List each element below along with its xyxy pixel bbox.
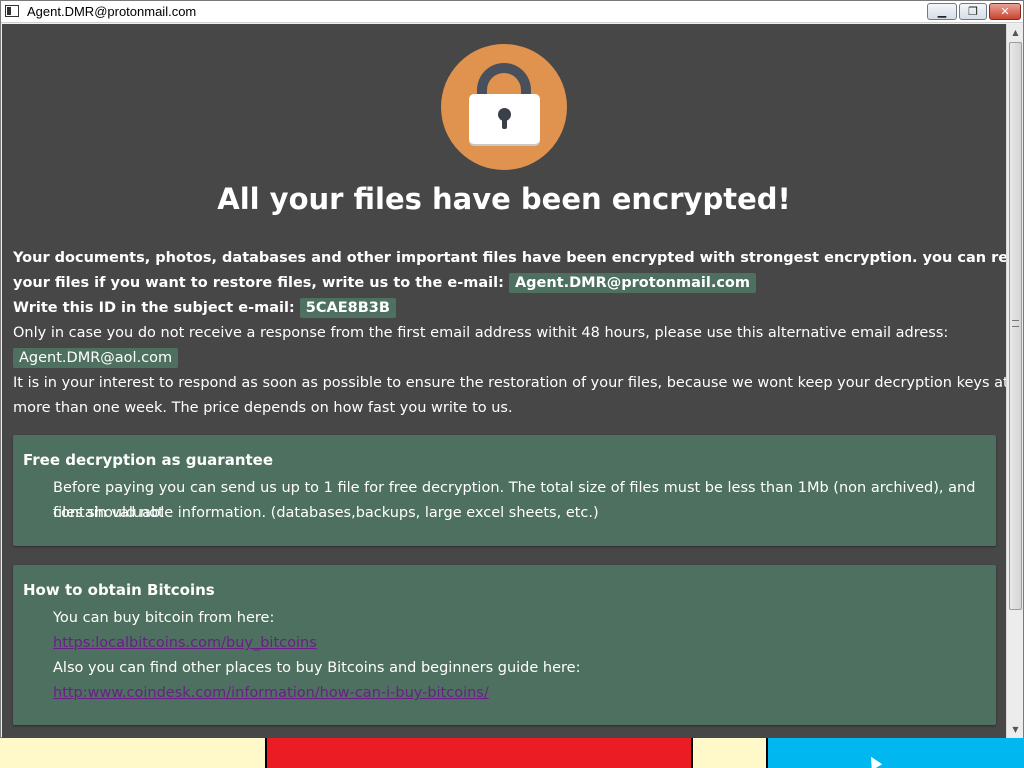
localbitcoins-link[interactable]: https:localbitcoins.com/buy_bitcoins (53, 635, 317, 651)
bitcoin-link-2-row: http:www.coindesk.com/information/how-ca… (53, 681, 993, 706)
coindesk-link[interactable]: http:www.coindesk.com/information/how-ca… (53, 685, 489, 701)
window-title: Agent.DMR@protonmail.com (27, 4, 197, 19)
bitcoin-panel: How to obtain Bitcoins You can buy bitco… (13, 565, 996, 725)
keyhole-stem (502, 116, 507, 129)
wallpaper-yellow-region-2 (693, 738, 768, 768)
maximize-button[interactable]: ❐ (959, 3, 987, 20)
scroll-grip-icon (1012, 320, 1019, 327)
bitcoin-link-1-row: https:localbitcoins.com/buy_bitcoins (53, 631, 993, 656)
guarantee-title: Free decryption as guarantee (23, 451, 274, 469)
bitcoin-line-2: Also you can find other places to buy Bi… (53, 660, 581, 676)
intro-line-1: Your documents, photos, databases and ot… (13, 250, 1006, 266)
interest-line-2: more than one week. The price depends on… (13, 400, 513, 416)
close-icon: ✕ (1000, 5, 1010, 18)
intro-line-2: your files if you want to restore files,… (13, 271, 993, 296)
minimize-button[interactable]: ▁ (927, 3, 957, 20)
title-bar[interactable]: Agent.DMR@protonmail.com ▁ ❐ ✕ (1, 1, 1023, 23)
primary-email[interactable]: Agent.DMR@protonmail.com (508, 273, 756, 293)
wallpaper-yellow-region (0, 738, 265, 768)
guarantee-line-2: contain valuable information. (databases… (53, 505, 599, 521)
interest-line-1: It is in your interest to respond as soo… (13, 375, 1006, 391)
desktop-wallpaper (0, 738, 1024, 768)
page-title: All your files have been encrypted! (217, 182, 791, 216)
padlock-body (469, 94, 540, 144)
intro-line-2-text: your files if you want to restore files,… (13, 275, 504, 291)
id-label: Write this ID in the subject e-mail: (13, 300, 295, 316)
wallpaper-red-region (265, 738, 693, 768)
minimize-icon: ▁ (937, 5, 947, 18)
close-button[interactable]: ✕ (989, 3, 1021, 20)
alt-email-notice: Only in case you do not receive a respon… (13, 325, 949, 341)
restore-icon: ❐ (968, 5, 978, 18)
ransom-window: Agent.DMR@protonmail.com ▁ ❐ ✕ All your … (0, 0, 1024, 738)
bitcoin-title: How to obtain Bitcoins (23, 581, 215, 599)
vertical-scrollbar[interactable]: ▲ ▼ (1006, 24, 1023, 738)
scroll-down-arrow-icon[interactable]: ▼ (1007, 721, 1024, 738)
alt-email-line: Agent.DMR@aol.com (13, 346, 993, 371)
mouse-cursor-icon (865, 753, 883, 768)
app-window-icon (5, 5, 19, 17)
alternative-email[interactable]: Agent.DMR@aol.com (13, 348, 179, 368)
scroll-up-arrow-icon[interactable]: ▲ (1007, 24, 1024, 41)
bitcoin-line-1: You can buy bitcoin from here: (53, 610, 275, 626)
victim-id[interactable]: 5CAE8B3B (299, 298, 396, 318)
padlock-icon (441, 44, 567, 170)
guarantee-panel: Free decryption as guarantee Before payi… (13, 435, 996, 546)
scroll-thumb[interactable] (1009, 42, 1022, 610)
message-content: All your files have been encrypted! Your… (2, 24, 1006, 738)
id-line: Write this ID in the subject e-mail: 5CA… (13, 296, 993, 321)
